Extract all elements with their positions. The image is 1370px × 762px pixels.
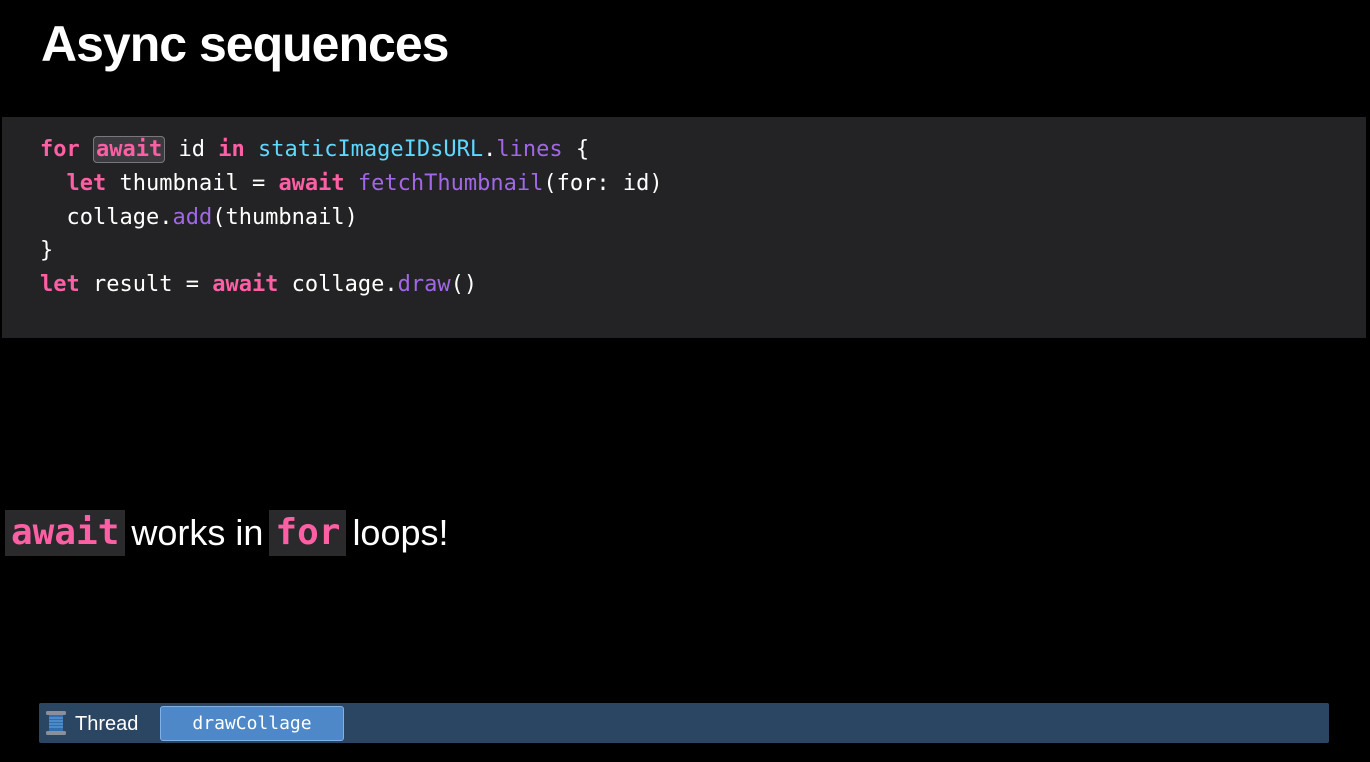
code-line-4: } xyxy=(40,236,53,266)
code-type-name: staticImageIDsURL xyxy=(257,137,484,162)
keyword-await-highlighted: await xyxy=(93,136,166,163)
code-arguments: (for: id) xyxy=(543,171,663,196)
code-arguments: (thumbnail) xyxy=(212,205,358,230)
code-dot: . xyxy=(483,137,497,162)
code-property: lines xyxy=(496,137,563,162)
thread-spool-icon xyxy=(46,711,66,735)
code-block: for await id in staticImageIDsURL.lines … xyxy=(2,117,1366,338)
keyword-for: for xyxy=(40,137,80,162)
code-brace: { xyxy=(562,137,590,162)
code-text: thumbnail = xyxy=(106,171,279,196)
keyword-let: let xyxy=(40,272,80,297)
code-line-1: for await id in staticImageIDsURL.lines … xyxy=(40,135,589,165)
keyword-await: await xyxy=(212,272,279,297)
code-identifier: id xyxy=(165,137,219,162)
slide-title: Async sequences xyxy=(41,16,449,72)
caption-text-works-in: works in xyxy=(131,512,264,553)
code-function-name: add xyxy=(172,205,213,230)
code-line-3: collage.add(thumbnail) xyxy=(40,203,358,233)
caption-text-loops: loops! xyxy=(352,512,449,553)
code-text: collage. xyxy=(278,272,398,297)
code-function-name: fetchThumbnail xyxy=(357,171,544,196)
code-line-2: let thumbnail = await fetchThumbnail(for… xyxy=(40,169,663,199)
code-function-name: draw xyxy=(397,272,451,297)
task-draw-collage[interactable]: drawCollage xyxy=(160,706,344,741)
caption-code-await: await xyxy=(5,510,126,556)
slide-caption: await works in for loops! xyxy=(5,508,455,558)
code-text: collage. xyxy=(40,205,173,230)
thread-label: Thread xyxy=(75,713,139,735)
code-line-5: let result = await collage.draw() xyxy=(40,270,477,300)
code-text: result = xyxy=(79,272,213,297)
code-arguments: () xyxy=(450,272,478,297)
caption-code-for: for xyxy=(269,510,347,556)
keyword-let: let xyxy=(66,171,107,196)
code-closing-brace: } xyxy=(40,238,54,263)
keyword-await: await xyxy=(278,171,345,196)
thread-timeline-bar: Thread drawCollage xyxy=(39,703,1329,743)
keyword-in: in xyxy=(218,137,245,162)
